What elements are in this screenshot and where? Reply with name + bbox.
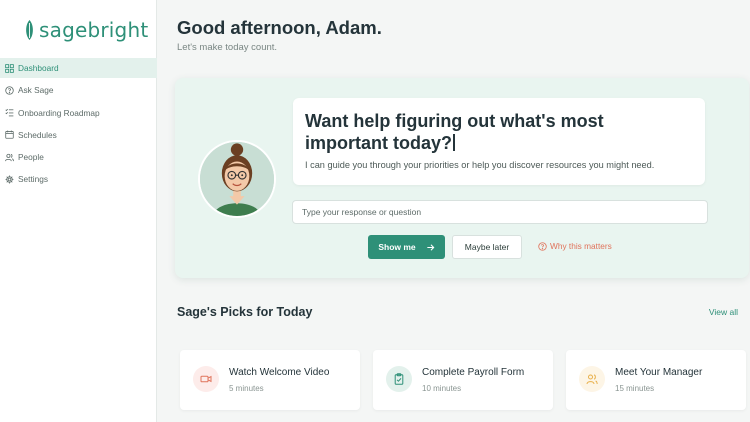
help-circle-icon [5,86,14,95]
sidebar-item-ask-sage[interactable]: Ask Sage [0,80,157,100]
pick-icon-badge [193,366,219,392]
calendar-icon [5,130,14,140]
response-input[interactable] [292,200,708,224]
list-check-icon [5,108,14,117]
sidebar-item-dashboard[interactable]: Dashboard [0,58,157,78]
video-icon [200,375,212,383]
sidebar-item-label: Ask Sage [18,85,54,96]
sidebar-item-onboarding-roadmap[interactable]: Onboarding Roadmap [0,103,157,123]
view-all-link[interactable]: View all [709,307,738,317]
grid-icon [5,63,14,73]
sidebar-nav: Dashboard Ask Sage Onboarding Roadmap Sc… [0,58,157,192]
pick-icon-badge [386,366,412,392]
pick-duration: 10 minutes [422,384,462,393]
pick-duration: 15 minutes [615,384,655,393]
assistant-avatar-illustration [200,142,274,216]
pick-title: Watch Welcome Video [229,367,330,378]
sidebar-item-people[interactable]: People [0,147,157,167]
pick-icon-badge [579,366,605,392]
pick-card-payroll-form[interactable]: Complete Payroll Form 10 minutes [373,350,553,410]
assistant-panel: Want help figuring out what's most impor… [175,78,749,278]
sidebar-item-label: Settings [18,174,48,185]
brand-logo[interactable]: sagebright [24,18,148,42]
why-this-matters-label: Why this matters [550,241,612,251]
sidebar-item-settings[interactable]: Settings [0,169,157,189]
leaf-icon [26,20,33,40]
page-title: Good afternoon, Adam. [177,17,382,38]
sidebar-item-label: Onboarding Roadmap [18,107,100,118]
sidebar-item-label: People [18,152,44,163]
assistant-message: Want help figuring out what's most impor… [293,98,705,185]
arrow-right-icon [427,243,435,251]
show-me-label: Show me [378,242,416,252]
sidebar: sagebright Dashboard Ask Sage Onboarding… [0,0,157,422]
pick-title: Complete Payroll Form [422,367,525,378]
users-icon [586,374,598,385]
maybe-later-button[interactable]: Maybe later [452,235,522,259]
users-icon [5,153,14,161]
pick-card-welcome-video[interactable]: Watch Welcome Video 5 minutes [180,350,360,410]
help-circle-icon [538,241,547,251]
brand-name: sagebright [39,18,149,42]
gear-icon [5,175,14,184]
sidebar-item-label: Schedules [18,129,57,140]
picks-list: Watch Welcome Video 5 minutes Complete P… [180,350,750,410]
pick-duration: 5 minutes [229,384,264,393]
text-cursor [453,134,455,151]
picks-heading: Sage's Picks for Today [177,305,313,319]
pick-card-meet-manager[interactable]: Meet Your Manager 15 minutes [566,350,746,410]
page-subtitle: Let's make today count. [177,42,278,53]
sidebar-item-label: Dashboard [18,63,59,73]
show-me-button[interactable]: Show me [368,235,445,259]
clipboard-check-icon [394,373,404,385]
assistant-avatar [198,140,276,218]
sidebar-item-schedules[interactable]: Schedules [0,125,157,145]
assistant-description: I can guide you through your priorities … [305,160,655,170]
pick-title: Meet Your Manager [615,367,703,378]
main-content: Good afternoon, Adam. Let's make today c… [158,0,750,422]
why-this-matters-link[interactable]: Why this matters [538,241,612,251]
